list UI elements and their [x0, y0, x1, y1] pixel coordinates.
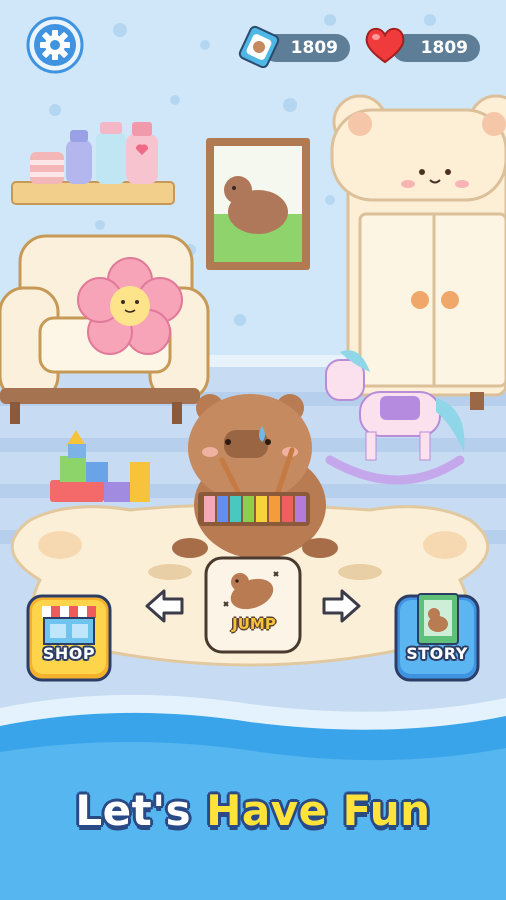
- headline: Let's Have Fun: [0, 786, 506, 835]
- headline-part2: Have Fun: [206, 786, 431, 835]
- room-scene: [0, 0, 506, 900]
- story-label: STORY: [406, 644, 468, 663]
- game-screen: 1809 1809 SHOP STORY JUMP Let's Have Fun: [0, 0, 506, 900]
- settings-button[interactable]: [26, 16, 84, 74]
- next-action-button[interactable]: [320, 588, 362, 624]
- gem-icon: [236, 22, 282, 69]
- shop-icon: [26, 594, 112, 682]
- jump-action-card[interactable]: [204, 556, 302, 654]
- gear-icon: [26, 16, 84, 74]
- shop-button[interactable]: SHOP: [26, 594, 112, 682]
- arrow-right-icon: [322, 589, 361, 623]
- headline-part1: Let's: [75, 786, 192, 835]
- arrow-left-icon: [145, 589, 184, 623]
- story-button[interactable]: STORY: [394, 592, 480, 682]
- jump-card-bg: [204, 556, 302, 654]
- prev-action-button[interactable]: [144, 588, 186, 624]
- heart-icon: [362, 22, 408, 68]
- shop-label: SHOP: [42, 644, 96, 663]
- story-icon: [394, 593, 480, 682]
- jump-label: JUMP: [232, 615, 276, 633]
